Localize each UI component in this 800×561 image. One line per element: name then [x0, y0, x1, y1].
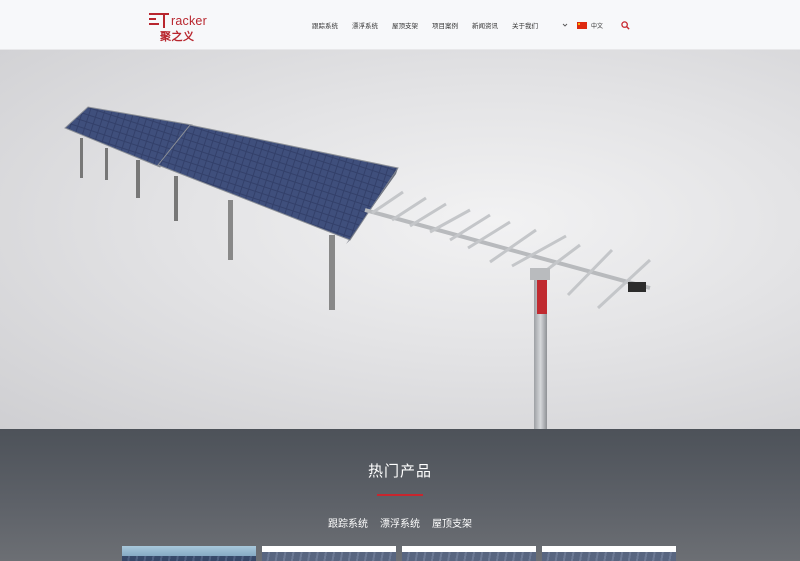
product-image	[402, 552, 536, 561]
logo-cn-name: 聚之义	[160, 30, 195, 43]
solar-tracker-image	[64, 106, 652, 429]
nav-item-floating[interactable]: 漂浮系统	[352, 20, 378, 30]
nav-item-projects[interactable]: 项目案例	[432, 20, 458, 30]
product-card[interactable]	[402, 546, 536, 561]
tab-tracking[interactable]: 跟踪系统	[328, 515, 368, 530]
logo-word: racker	[171, 14, 207, 28]
tab-rooftop[interactable]: 屋顶支架	[432, 515, 472, 530]
product-tabs: 跟踪系统 漂浮系统 屋顶支架	[0, 515, 800, 530]
language-switch[interactable]: 中文	[591, 21, 603, 30]
product-card[interactable]	[122, 546, 256, 561]
product-card[interactable]	[262, 546, 396, 561]
site-header: racker 聚之义 跟踪系统 漂浮系统 屋顶支架 项目案例 新闻资讯 关于我们…	[0, 0, 800, 50]
china-flag-icon[interactable]	[577, 21, 587, 29]
product-thumbnails	[122, 546, 682, 561]
product-image	[262, 552, 396, 561]
main-nav: 跟踪系统 漂浮系统 屋顶支架 项目案例 新闻资讯 关于我们	[312, 0, 552, 50]
nav-item-tracking[interactable]: 跟踪系统	[312, 20, 338, 30]
logo[interactable]: racker 聚之义	[148, 8, 210, 43]
hero-banner	[0, 50, 800, 429]
nav-item-rooftop[interactable]: 屋顶支架	[392, 20, 418, 30]
tab-floating[interactable]: 漂浮系统	[380, 515, 420, 530]
title-underline	[377, 494, 423, 496]
section-title: 热门产品	[367, 462, 432, 480]
search-icon[interactable]	[621, 20, 630, 30]
nav-item-news[interactable]: 新闻资讯	[472, 20, 498, 30]
product-image	[542, 552, 676, 561]
nav-item-about[interactable]: 关于我们	[512, 20, 538, 30]
hot-products-section: 热门产品 跟踪系统 漂浮系统 屋顶支架	[0, 429, 800, 561]
product-image	[122, 556, 256, 561]
nav-tools: 中文	[562, 0, 630, 50]
chevron-down-icon[interactable]	[562, 22, 568, 28]
logo-top: racker	[148, 8, 207, 28]
logo-mark-icon	[149, 13, 169, 28]
product-card[interactable]	[542, 546, 676, 561]
